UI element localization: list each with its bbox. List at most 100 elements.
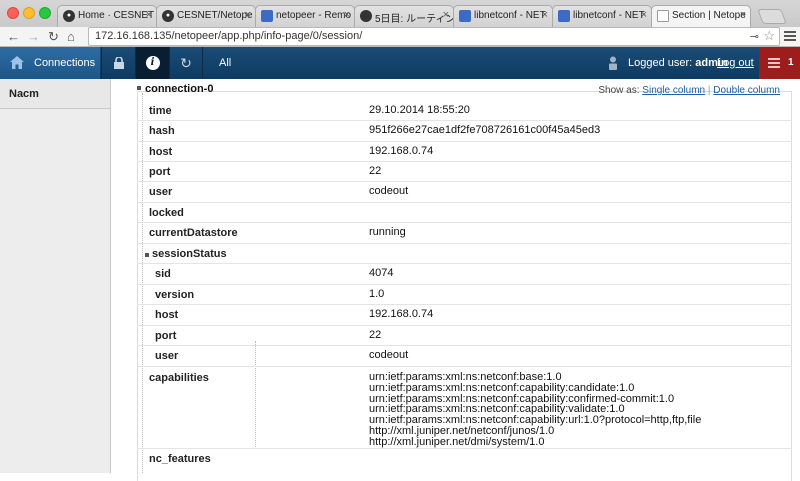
php-icon — [459, 10, 471, 22]
tree-key: nc_features — [149, 453, 211, 465]
info-button[interactable]: i — [135, 47, 169, 79]
browser-tab[interactable]: ● Home · CESNET × — [57, 5, 157, 27]
logged-user-text: Logged user: admin — [628, 47, 728, 79]
tree-row: time 29.10.2014 18:55:20 — [137, 101, 792, 121]
tree-value: codeout — [369, 185, 409, 197]
connections-button[interactable]: Connections — [0, 47, 100, 79]
tree-value: urn:ietf:params:xml:ns:netconf:base:1.0 … — [369, 371, 702, 448]
address-bar[interactable]: 172.16.168.135/netopeer/app.php/info-pag… — [88, 27, 780, 46]
php-icon — [558, 10, 570, 22]
close-icon[interactable]: × — [245, 9, 251, 21]
refresh-button[interactable]: ↻ — [169, 47, 203, 79]
lock-button[interactable] — [101, 47, 135, 79]
tree-value: codeout — [369, 349, 409, 361]
tree-row: port 22 — [137, 162, 792, 182]
tree-row: user codeout — [137, 182, 792, 203]
tree-key: host — [155, 309, 179, 321]
sidebar: Nacm — [0, 79, 111, 473]
forward-icon[interactable]: → — [27, 28, 40, 46]
browser-toolbar: ← → ↻ ⌂ 172.16.168.135/netopeer/app.php/… — [0, 27, 800, 47]
tab-title: Home · CESNET — [78, 10, 155, 21]
notification-count: 1 — [788, 57, 794, 68]
browser-tab-bar: ● Home · CESNET × ● CESNET/Netope × neto… — [0, 0, 800, 27]
home-icon[interactable]: ⌂ — [67, 28, 75, 46]
tree-row: locked — [137, 203, 792, 223]
close-icon[interactable]: × — [443, 9, 449, 21]
back-icon[interactable]: ← — [7, 28, 20, 46]
minimize-window-button[interactable] — [23, 7, 35, 19]
single-column-link[interactable]: Single column — [642, 85, 705, 96]
close-icon[interactable]: × — [146, 9, 152, 21]
user-icon — [609, 56, 617, 70]
tree-row: hash 951f266e27cae1df2fe708726161c00f45a… — [137, 121, 792, 142]
menu-icon[interactable] — [784, 31, 796, 43]
separator: | — [707, 85, 711, 96]
browser-tab[interactable]: netopeer - Remo × — [255, 5, 355, 27]
url-text: 172.16.168.135/netopeer/app.php/info-pag… — [95, 30, 363, 42]
tree-key: sessionStatus — [152, 248, 227, 260]
reload-icon[interactable]: ↻ — [48, 28, 59, 46]
show-as-controls: Show as: Single column | Double column — [598, 85, 780, 96]
close-icon[interactable]: × — [542, 9, 548, 21]
close-icon[interactable]: × — [740, 9, 746, 21]
tree-value: 22 — [369, 165, 382, 177]
close-window-button[interactable] — [7, 7, 19, 19]
tree-key: host — [149, 146, 173, 158]
tree-row: version 1.0 — [137, 285, 792, 305]
sidebar-item-nacm[interactable]: Nacm — [0, 79, 110, 109]
tree-value: 22 — [369, 329, 382, 341]
tree-value: 192.168.0.74 — [369, 308, 434, 320]
list-icon — [768, 58, 780, 70]
all-tab[interactable]: All — [219, 47, 231, 79]
close-icon[interactable]: × — [641, 9, 647, 21]
tab-title: libnetconf - NET — [573, 10, 645, 21]
collapse-toggle[interactable] — [137, 86, 141, 90]
tree-key: user — [155, 350, 179, 362]
user-area: Logged user: admin Log out — [600, 47, 760, 79]
star-icon[interactable]: ☆ — [763, 28, 775, 44]
show-as-label: Show as: — [598, 85, 640, 96]
new-tab-button[interactable] — [757, 9, 787, 24]
tree-key: version — [155, 289, 195, 301]
tree-value: running — [369, 226, 406, 238]
tree-root-label: connection-0 — [145, 83, 214, 95]
home-icon — [10, 56, 24, 69]
tree-row: port 22 — [137, 326, 792, 346]
logged-user-label: Logged user: — [628, 57, 693, 69]
tree-row: capabilities urn:ietf:params:xml:ns:netc… — [137, 367, 792, 449]
tree-row: nc_features — [137, 449, 792, 470]
tree-row: host 192.168.0.74 — [137, 305, 792, 326]
tree-value: 951f266e27cae1df2fe708726161c00f45a45ed3 — [369, 124, 601, 136]
tree-row: host 192.168.0.74 — [137, 142, 792, 162]
browser-tab[interactable]: libnetconf - NET × — [552, 5, 652, 27]
tree-key: capabilities — [149, 372, 209, 384]
tree-key: time — [149, 105, 172, 117]
logout-link[interactable]: Log out — [717, 47, 754, 79]
tree-key: locked — [149, 207, 184, 219]
github-icon: ● — [63, 10, 75, 22]
close-icon[interactable]: × — [344, 9, 350, 21]
maximize-window-button[interactable] — [39, 7, 51, 19]
php-icon — [261, 10, 273, 22]
connections-label: Connections — [34, 57, 96, 69]
tab-title: Section | Netope — [672, 10, 746, 21]
tree-key: sid — [155, 268, 171, 280]
collapse-toggle[interactable] — [145, 253, 149, 257]
browser-tab[interactable]: libnetconf - NET × — [453, 5, 553, 27]
tree-value: 1.0 — [369, 288, 385, 300]
tree-key: port — [155, 330, 177, 342]
notifications-button[interactable]: 1 — [759, 47, 800, 79]
tree-value: 192.168.0.74 — [369, 145, 434, 157]
double-column-link[interactable]: Double column — [713, 85, 780, 96]
tree-key: port — [149, 166, 171, 178]
tab-title: libnetconf - NET — [474, 10, 546, 21]
info-icon: i — [145, 56, 160, 70]
tree-key: hash — [149, 125, 175, 137]
browser-tab[interactable]: ● CESNET/Netope × — [156, 5, 256, 27]
site-icon — [360, 10, 372, 22]
browser-tab-active[interactable]: Section | Netope × — [651, 5, 751, 27]
tree-key: user — [149, 186, 173, 198]
tree-row: currentDatastore running — [137, 223, 792, 244]
browser-tab[interactable]: 5日目: ルーティン × — [354, 5, 454, 27]
pin-icon[interactable]: ⊸ — [750, 30, 759, 43]
